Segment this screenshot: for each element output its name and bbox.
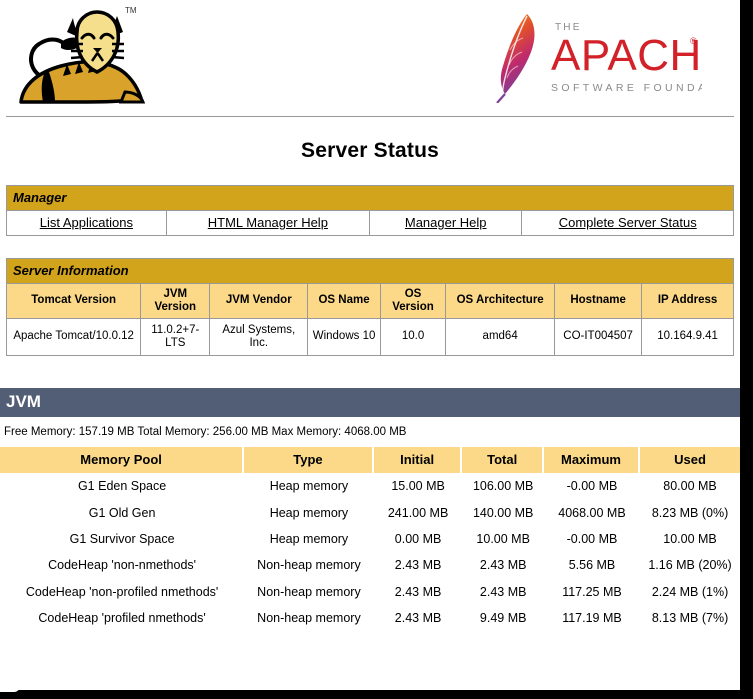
memory-pool-type: Heap memory [244, 525, 374, 553]
manager-link-cell-html-manager-help[interactable]: HTML Manager Help [166, 211, 370, 235]
page-header: TM THE APACH ® SOFTWARE FOUND [0, 0, 740, 116]
memory-pool-used: 2.24 MB (1%) [640, 578, 740, 606]
page-title: Server Status [300, 139, 439, 162]
manager-section-header-row: Manager [7, 186, 733, 211]
col-ip-address: IP Address [642, 284, 733, 319]
memory-pool-name: CodeHeap 'non-profiled nmethods' [0, 578, 245, 606]
cell-hostname: CO-IT004507 [555, 318, 643, 356]
apache-tagline-label: SOFTWARE FOUNDATION [551, 82, 702, 94]
cell-jvm-vendor: Azul Systems, Inc. [210, 318, 309, 356]
memory-pool-initial: 0.00 MB [373, 525, 463, 553]
memory-pool-name: G1 Old Gen [0, 499, 245, 526]
col-hostname: Hostname [555, 284, 643, 319]
link-complete-server-status[interactable]: Complete Server Status [559, 215, 697, 230]
memory-pool-type: Non-heap memory [244, 578, 374, 606]
tomcat-logo-icon: TM [5, 2, 155, 112]
cell-os-version: 10.0 [380, 318, 447, 356]
memory-pool-total: 2.43 MB [462, 552, 544, 579]
cell-os-name: Windows 10 [308, 318, 381, 356]
memory-pool-type: Non-heap memory [244, 605, 374, 632]
jvm-section-banner: JVM [0, 388, 740, 418]
memory-pool-type: Heap memory [244, 473, 374, 500]
manager-links-row: List Applications HTML Manager Help Mana… [7, 211, 733, 235]
window-frame-bottom-edge [0, 686, 753, 699]
server-information-section-header-row: Server Information [7, 259, 733, 284]
table-row: G1 Survivor Space Heap memory 0.00 MB 10… [0, 525, 740, 553]
memory-pool-used: 80.00 MB [640, 473, 740, 500]
memory-pool-total: 2.43 MB [462, 578, 544, 606]
memory-pool-total: 10.00 MB [462, 525, 544, 553]
link-manager-help[interactable]: Manager Help [405, 215, 487, 230]
col-jvm-version: JVM Version [141, 284, 211, 319]
col-os-architecture: OS Architecture [446, 284, 556, 319]
apache-registered-mark: ® [690, 36, 697, 46]
cell-os-architecture: amd64 [446, 318, 556, 356]
cell-ip-address: 10.164.9.41 [642, 318, 733, 356]
memory-pool-name: G1 Survivor Space [0, 525, 245, 553]
col-initial: Initial [373, 447, 463, 474]
server-information-column-header-row: Tomcat Version JVM Version JVM Vendor OS… [7, 284, 733, 319]
link-html-manager-help[interactable]: HTML Manager Help [208, 215, 328, 230]
manager-section-label: Manager [7, 186, 733, 211]
memory-pool-maximum: -0.00 MB [543, 473, 641, 500]
header-divider [6, 116, 734, 117]
memory-pool-initial: 15.00 MB [373, 473, 463, 500]
server-information-data-row: Apache Tomcat/10.0.12 11.0.2+7-LTS Azul … [7, 318, 733, 356]
link-list-applications[interactable]: List Applications [40, 215, 133, 230]
table-row: G1 Old Gen Heap memory 241.00 MB 140.00 … [0, 499, 740, 526]
memory-pool-name: CodeHeap 'profiled nmethods' [0, 605, 245, 632]
memory-pool-total: 106.00 MB [462, 473, 544, 500]
table-row: CodeHeap 'non-profiled nmethods' Non-hea… [0, 578, 740, 606]
memory-pool-name: CodeHeap 'non-nmethods' [0, 552, 245, 579]
memory-pool-type: Non-heap memory [244, 552, 374, 579]
tomcat-trademark-label: TM [125, 6, 137, 15]
memory-pool-initial: 2.43 MB [373, 605, 463, 632]
col-memory-pool: Memory Pool [0, 447, 245, 474]
memory-pool-maximum: -0.00 MB [543, 525, 641, 553]
manager-link-cell-list-applications[interactable]: List Applications [7, 211, 167, 235]
window-frame-right-edge [740, 0, 753, 699]
memory-pool-total: 140.00 MB [462, 499, 544, 526]
col-jvm-vendor: JVM Vendor [210, 284, 309, 319]
manager-link-cell-complete-server-status[interactable]: Complete Server Status [522, 211, 733, 235]
cell-jvm-version: 11.0.2+7-LTS [141, 318, 211, 356]
col-os-name: OS Name [308, 284, 381, 319]
memory-pool-initial: 2.43 MB [373, 578, 463, 606]
memory-pool-maximum: 5.56 MB [543, 552, 641, 579]
table-row: CodeHeap 'profiled nmethods' Non-heap me… [0, 605, 740, 632]
manager-link-cell-manager-help[interactable]: Manager Help [369, 211, 523, 235]
manager-table: Manager List Applications HTML Manager H… [6, 185, 734, 236]
memory-pool-table: Memory Pool Type Initial Total Maximum U… [0, 447, 740, 632]
table-row: G1 Eden Space Heap memory 15.00 MB 106.0… [0, 473, 740, 500]
memory-pool-name: G1 Eden Space [0, 473, 245, 500]
memory-pool-header-row: Memory Pool Type Initial Total Maximum U… [0, 447, 740, 474]
server-information-table: Server Information Tomcat Version JVM Ve… [6, 258, 734, 357]
memory-pool-type: Heap memory [244, 499, 374, 526]
col-maximum: Maximum [543, 447, 641, 474]
col-os-version: OS Version [380, 284, 447, 319]
col-tomcat-version: Tomcat Version [7, 284, 142, 319]
col-used: Used [640, 447, 740, 474]
apache-software-foundation-logo-icon: THE APACHE ® SOFTWARE FOUNDATION [487, 8, 740, 104]
server-information-section-label: Server Information [7, 259, 733, 284]
memory-pool-initial: 2.43 MB [373, 552, 463, 579]
memory-pool-used: 10.00 MB [640, 525, 740, 553]
apache-wordmark-label: APACHE [551, 31, 702, 80]
memory-pool-used: 8.13 MB (7%) [640, 605, 740, 632]
table-row: CodeHeap 'non-nmethods' Non-heap memory … [0, 552, 740, 579]
jvm-memory-summary: Free Memory: 157.19 MB Total Memory: 256… [4, 426, 407, 439]
memory-pool-used: 8.23 MB (0%) [640, 499, 740, 526]
server-status-page: TM THE APACH ® SOFTWARE FOUND Server Sta… [0, 0, 740, 690]
memory-pool-initial: 241.00 MB [373, 499, 463, 526]
memory-pool-maximum: 4068.00 MB [543, 499, 641, 526]
memory-pool-used: 1.16 MB (20%) [640, 552, 740, 579]
cell-tomcat-version: Apache Tomcat/10.0.12 [7, 318, 142, 356]
memory-pool-maximum: 117.25 MB [543, 578, 641, 606]
memory-pool-maximum: 117.19 MB [543, 605, 641, 632]
col-type: Type [244, 447, 374, 474]
memory-pool-total: 9.49 MB [462, 605, 544, 632]
col-total: Total [462, 447, 544, 474]
